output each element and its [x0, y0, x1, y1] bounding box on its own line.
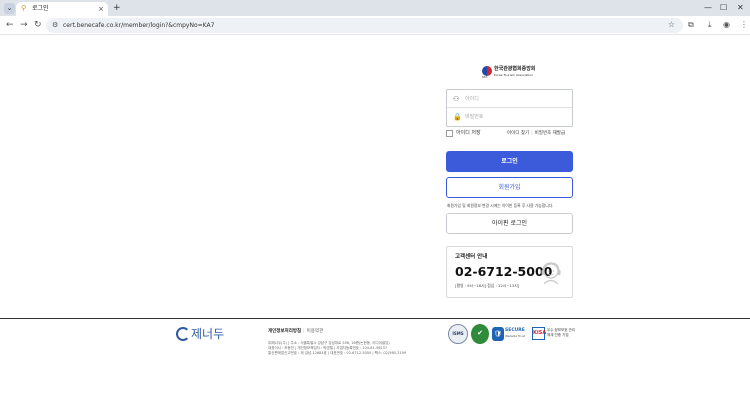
privacy-policy-link[interactable]: 개인정보처리방침: [268, 329, 301, 334]
terms-link[interactable]: 이용약관: [307, 329, 324, 334]
footer-divider: [0, 318, 750, 319]
certification-badges: ISMS ✔ 🛡 SECURE Website Trust KISA 우수 정보…: [448, 324, 575, 344]
profile-icon[interactable]: ◉: [723, 19, 730, 31]
tab-title: 로그인: [32, 5, 49, 12]
xanadu-logo: 제너두: [176, 326, 236, 342]
id-input[interactable]: [465, 94, 565, 104]
xanadu-logo-mark-icon: [176, 327, 190, 341]
company-info-line: 통신판매업신고번호 : 제 강남-12684호 | 대표번호 : 02-6712…: [268, 351, 407, 355]
user-icon: ⚇: [453, 95, 460, 103]
find-id-link[interactable]: 아이디 찾기: [507, 131, 529, 136]
customer-center-title: 고객센터 안내: [455, 254, 488, 260]
url-text[interactable]: cert.benecafe.co.kr/member/login?&cmpyNo…: [63, 20, 214, 31]
window-close-icon[interactable]: ✕: [737, 2, 744, 14]
address-bar[interactable]: ⚙ cert.benecafe.co.kr/member/login?&cmpy…: [46, 18, 683, 33]
secure-shield-icon: 🛡: [492, 327, 504, 341]
extensions-icon[interactable]: ⧉: [688, 19, 694, 31]
lock-icon: 🔒: [453, 113, 462, 121]
logo-org-ko: 한국관광협회중앙회: [494, 66, 536, 72]
green-cert-icon: ✔: [471, 324, 489, 344]
customer-center-phone: 02-6712-5000: [455, 264, 553, 279]
bookmark-star-icon[interactable]: ☆: [668, 19, 675, 31]
maximize-icon[interactable]: ☐: [720, 2, 727, 14]
forward-icon[interactable]: →: [20, 19, 28, 31]
find-links: 아이디 찾기 | 비밀번호 재발급: [507, 131, 565, 137]
logo-org-en: Korea Tourism Association: [494, 73, 534, 77]
tab-search-icon[interactable]: ⌄: [4, 3, 15, 14]
kisa-mark-icon: KISA: [532, 327, 546, 340]
tab-close-icon[interactable]: ×: [98, 4, 104, 14]
join-button[interactable]: 회원가입: [446, 177, 573, 198]
back-icon[interactable]: ←: [6, 19, 14, 31]
ipin-login-button[interactable]: 아이핀 로그인: [446, 213, 573, 234]
password-input[interactable]: [465, 112, 565, 122]
xanadu-logo-text: 제너두: [191, 327, 225, 341]
save-id-checkbox[interactable]: [446, 130, 453, 137]
browser-tab-login[interactable]: ⚲ 로그인 ×: [16, 2, 108, 16]
reload-icon[interactable]: ↻: [34, 19, 42, 31]
reset-password-link[interactable]: 비밀번호 재발급: [535, 131, 565, 136]
customer-center-hours: [평일 : 9시~18시] 점심 : 12시~13시]: [455, 283, 520, 288]
kisa-badge-text: 우수 정보보호 관리체계 인증 기업: [547, 328, 575, 337]
login-button[interactable]: 로그인: [446, 151, 573, 172]
browser-toolbar: ← → ↻ ⚙ cert.benecafe.co.kr/member/login…: [0, 16, 750, 35]
isms-badge: ISMS: [448, 324, 468, 344]
minimize-icon[interactable]: —: [704, 2, 712, 14]
id-row: ⚇: [447, 90, 572, 108]
customer-center-box: 고객센터 안내 02-6712-5000 [평일 : 9시~18시] 점심 : …: [446, 246, 573, 298]
download-icon[interactable]: ⤓: [708, 19, 712, 31]
kta-logo: 한국관광협회중앙회 Korea Tourism Association KTA: [482, 66, 542, 79]
favicon-icon: ⚲: [21, 4, 27, 12]
kisa-badge: KISA 우수 정보보호 관리체계 인증 기업: [532, 324, 575, 344]
save-id-label[interactable]: 아이디 저장: [456, 130, 481, 137]
footer-links: 개인정보처리방침 | 이용약관: [268, 329, 323, 335]
site-info-icon[interactable]: ⚙: [52, 20, 58, 31]
menu-icon[interactable]: ⋮: [740, 19, 748, 31]
login-form: ⚇ 🔒: [446, 89, 573, 127]
password-row: 🔒: [447, 108, 572, 126]
join-notice: 회원가입 및 회원정보 변경 시에는 아이핀 등록 후 사용 가능합니다.: [447, 203, 554, 208]
headset-agent-icon: [541, 262, 561, 285]
logo-abbr: KTA: [482, 75, 488, 79]
secure-badge: 🛡 SECURE Website Trust: [492, 324, 530, 344]
new-tab-button[interactable]: +: [113, 2, 121, 14]
secure-badge-subtext: Website Trust: [505, 334, 526, 338]
browser-tab-bar: ⌄ ⚲ 로그인 × + — ☐ ✕: [0, 0, 750, 16]
company-info: ㈜제너두(주) | 주소 : 서울특별시 강남구 강남대로 556, 16층(논…: [268, 341, 438, 356]
